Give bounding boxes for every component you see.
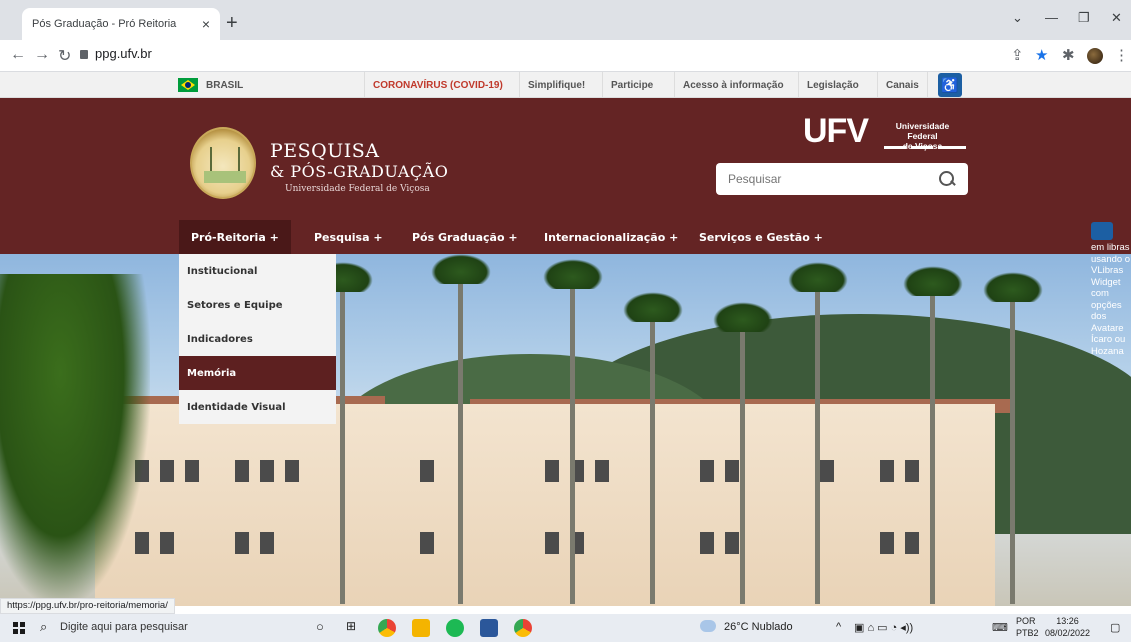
clock-date: 08/02/2022 [1045, 628, 1091, 638]
browser-toolbar: ← → ↻ ppg.ufv.br ⇪ ★ ✱ ⋮ [0, 40, 1131, 72]
brazil-flag-icon [178, 78, 198, 92]
language-indicator[interactable]: POR PTB2 [1016, 615, 1039, 639]
tray-chevron-icon[interactable]: ^ [836, 621, 841, 633]
tree [0, 274, 150, 604]
ufv-seal-logo[interactable] [190, 127, 256, 199]
tab-title: Pós Graduação - Pró Reitoria [32, 18, 177, 30]
brand-subtitle[interactable]: & PÓS-GRADUAÇÃO [270, 162, 448, 181]
nav-pesquisa[interactable]: Pesquisa + [302, 220, 395, 254]
nav-pro-reitoria[interactable]: Pró-Reitoria + [179, 220, 291, 254]
keyboard-icon[interactable]: ⌨ [992, 621, 1008, 634]
ufv-logo[interactable]: UFV [803, 112, 869, 151]
star-icon[interactable]: ★ [1035, 46, 1048, 64]
participe-link[interactable]: Participe [602, 72, 661, 98]
maximize-icon[interactable]: ❐ [1078, 10, 1090, 26]
chrome-icon[interactable] [514, 619, 532, 637]
search-icon[interactable] [938, 170, 956, 188]
ufv-logo-bar [938, 146, 966, 149]
covid-link[interactable]: CORONAVÍRUS (COVID-19) [364, 72, 511, 98]
spotify-icon[interactable] [446, 619, 464, 637]
brasil-link[interactable]: BRASIL [170, 72, 267, 98]
lang-line2: PTB2 [1016, 628, 1039, 638]
brand-university: Universidade Federal de Viçosa [285, 184, 430, 194]
dropdown-item-institucional[interactable]: Institucional [179, 254, 336, 288]
ufv-logo-bar [884, 146, 906, 149]
acesso-informacao-link[interactable]: Acesso à informação [674, 72, 792, 98]
reload-icon[interactable]: ↻ [58, 46, 71, 66]
ufv-logo-bar [911, 146, 933, 149]
nav-servicos-gestao[interactable]: Serviços e Gestão + [687, 220, 835, 254]
seal-building [204, 171, 246, 183]
weather-text[interactable]: 26°C Nublado [724, 621, 793, 633]
share-icon[interactable]: ⇪ [1011, 46, 1024, 64]
browser-tab[interactable]: Pós Graduação - Pró Reitoria × [22, 8, 220, 40]
browser-tabstrip: Pós Graduação - Pró Reitoria × + ⌄ — ❐ ✕ [0, 0, 1131, 40]
tab-search-chevron-icon[interactable]: ⌄ [1012, 10, 1023, 26]
file-explorer-icon[interactable] [412, 619, 430, 637]
forward-icon[interactable]: → [34, 46, 50, 64]
window-close-icon[interactable]: ✕ [1111, 10, 1122, 26]
taskbar-search-input[interactable]: Digite aqui para pesquisar [60, 621, 188, 633]
clock[interactable]: 13:26 08/02/2022 [1045, 615, 1090, 639]
pro-reitoria-dropdown: Institucional Setores e Equipe Indicador… [179, 254, 336, 424]
hero-image [0, 254, 1131, 606]
windows-taskbar: ⌕ Digite aqui para pesquisar ○ ⊞ 26°C Nu… [0, 614, 1131, 642]
dropdown-item-indicadores[interactable]: Indicadores [179, 322, 336, 356]
status-url: https://ppg.ufv.br/pro-reitoria/memoria/ [0, 598, 175, 614]
notification-icon[interactable]: ▢ [1110, 621, 1120, 634]
nav-pos-graduacao[interactable]: Pós Graduação + [400, 220, 530, 254]
tab-close-icon[interactable]: × [202, 16, 210, 32]
dropdown-item-identidade-visual[interactable]: Identidade Visual [179, 390, 336, 424]
simplifique-link[interactable]: Simplifique! [519, 72, 593, 98]
lock-icon[interactable] [80, 50, 88, 59]
cortana-icon[interactable]: ○ [316, 619, 324, 634]
profile-icon[interactable] [1087, 48, 1103, 64]
weather-cloud-icon [700, 620, 716, 632]
site-search [716, 163, 968, 195]
task-view-icon[interactable]: ⊞ [346, 619, 356, 633]
dropdown-item-setores-equipe[interactable]: Setores e Equipe [179, 288, 336, 322]
tray-icons[interactable]: ▣ ⌂ ▭ ◔ ◂)) [854, 621, 913, 634]
address-bar[interactable]: ppg.ufv.br [95, 46, 152, 61]
gov-bar: BRASIL CORONAVÍRUS (COVID-19) Simplifiqu… [0, 72, 1131, 98]
ufv-sub-line1: Universidade Federal [895, 121, 950, 141]
brand-title[interactable]: PESQUISA [270, 140, 380, 162]
back-icon[interactable]: ← [10, 46, 26, 64]
main-nav: Pró-Reitoria + Pesquisa + Pós Graduação … [0, 220, 1131, 254]
windows-icon[interactable] [13, 622, 25, 634]
legislacao-link[interactable]: Legislação [798, 72, 867, 98]
minimize-icon[interactable]: — [1045, 10, 1058, 25]
vlibras-icon[interactable] [1091, 222, 1113, 240]
chrome-icon[interactable] [378, 619, 396, 637]
search-input[interactable] [728, 172, 938, 186]
search-icon[interactable]: ⌕ [40, 619, 47, 635]
canais-link[interactable]: Canais [877, 72, 928, 98]
dropdown-item-memoria[interactable]: Memória [179, 356, 336, 390]
building [95, 404, 995, 606]
vlibras-widget[interactable]: em libras usando o VLibras Widget com op… [1091, 222, 1131, 357]
brasil-label: BRASIL [206, 79, 244, 91]
new-tab-button[interactable]: + [226, 12, 238, 35]
lang-line1: POR [1016, 616, 1036, 626]
nav-internacionalizacao[interactable]: Internacionalização + [532, 220, 690, 254]
accessibility-icon[interactable]: ♿ [938, 73, 962, 97]
extensions-icon[interactable]: ✱ [1062, 46, 1075, 64]
menu-icon[interactable]: ⋮ [1114, 46, 1129, 64]
clock-time: 13:26 [1056, 616, 1079, 626]
vlibras-alt-text: em libras usando o VLibras Widget com op… [1091, 242, 1131, 357]
word-icon[interactable] [480, 619, 498, 637]
